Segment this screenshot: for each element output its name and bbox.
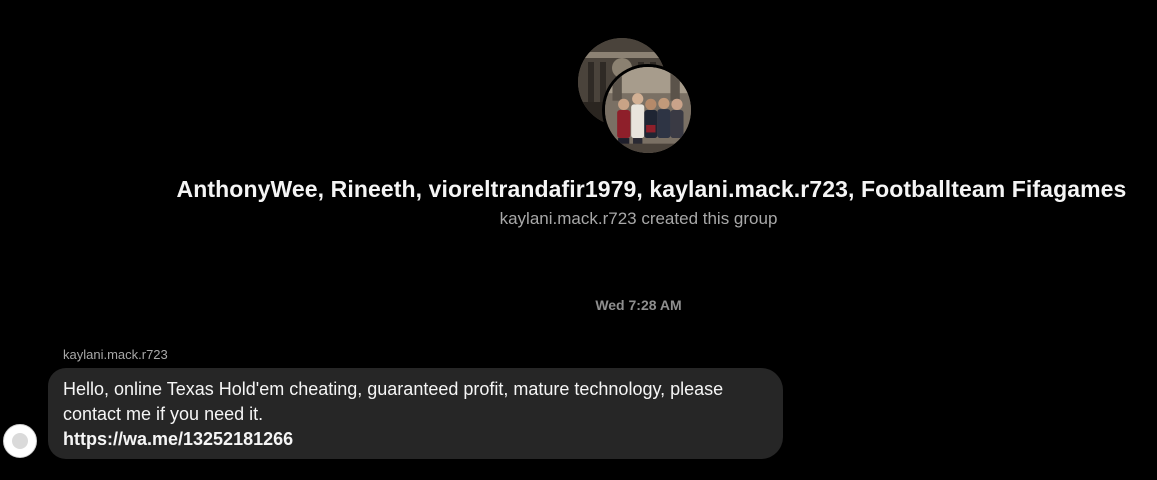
default-profile-icon[interactable] [3, 424, 37, 458]
message-text: Hello, online Texas Hold'em cheating, gu… [63, 379, 724, 424]
message-bubble[interactable]: Hello, online Texas Hold'em cheating, gu… [48, 368, 783, 459]
group-title[interactable]: AnthonyWee, Rineeth, vioreltrandafir1979… [0, 176, 1157, 203]
chat-page: AnthonyWee, Rineeth, vioreltrandafir1979… [0, 0, 1157, 480]
message-sender-name: kaylani.mack.r723 [63, 347, 168, 362]
group-avatar[interactable] [578, 38, 700, 160]
group-avatar-photo-front [602, 64, 694, 156]
message-timestamp: Wed 7:28 AM [595, 297, 682, 313]
message-link[interactable]: https://wa.me/13252181266 [63, 427, 768, 452]
group-created-notice: kaylani.mack.r723 created this group [499, 209, 778, 228]
